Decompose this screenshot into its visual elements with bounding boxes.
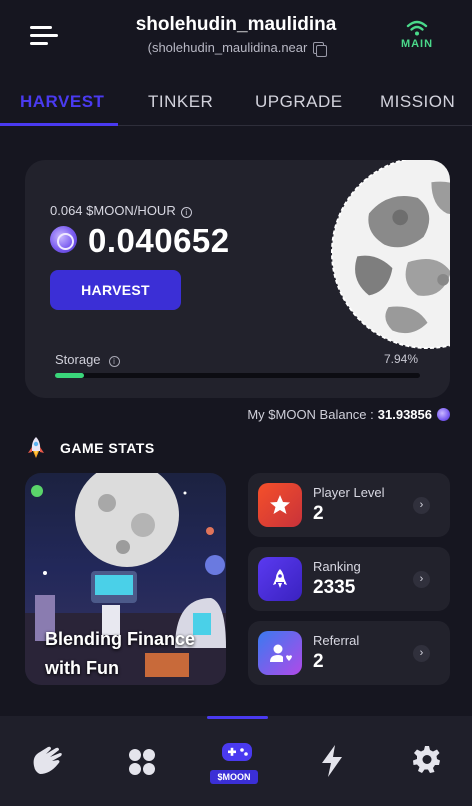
- storage-label-text: Storage: [55, 352, 101, 367]
- ranking-label: Ranking: [313, 559, 361, 574]
- promo-banner[interactable]: Blending Finance with Fun: [25, 473, 226, 685]
- gamepad-icon: [222, 743, 252, 761]
- info-icon[interactable]: i: [180, 207, 192, 218]
- harvest-rate-text: 0.064 $MOON/HOUR: [50, 203, 176, 218]
- referral-label: Referral: [313, 633, 360, 648]
- bottom-navigation: $MOON: [0, 716, 472, 806]
- ranking-value: 2335: [313, 577, 356, 598]
- harvest-rate: 0.064 $MOON/HOUR i: [50, 203, 192, 218]
- network-indicator[interactable]: MAIN: [400, 20, 434, 50]
- my-balance-label: My $MOON Balance :: [247, 407, 374, 422]
- nav-apps[interactable]: [122, 744, 162, 784]
- moon-token-icon: [50, 226, 77, 253]
- rocket-icon: [28, 437, 44, 458]
- storage-info-icon[interactable]: i: [108, 356, 120, 367]
- moon-token-icon: [437, 408, 450, 421]
- game-stats-title: GAME STATS: [60, 440, 155, 456]
- player-level-value: 2: [313, 503, 324, 524]
- tab-tinker[interactable]: TINKER: [148, 92, 213, 112]
- storage-percent: 7.94%: [383, 352, 418, 366]
- active-tab-underline: [0, 123, 118, 126]
- nav-moon[interactable]: $MOON: [210, 740, 258, 784]
- harvest-button[interactable]: HARVEST: [50, 270, 181, 310]
- app-header: sholehudin_maulidina (sholehudin_maulidi…: [0, 0, 472, 80]
- banner-text: Blending Finance with Fun: [45, 629, 196, 678]
- tab-mission[interactable]: MISSION: [380, 92, 455, 112]
- chevron-right-icon[interactable]: ›: [413, 571, 430, 588]
- storage-progress-bar: [55, 373, 420, 378]
- nav-settings[interactable]: [407, 744, 447, 784]
- nav-active-label: $MOON: [210, 770, 258, 784]
- active-nav-indicator: [207, 716, 268, 719]
- player-level-card[interactable]: Player Level 2 ›: [248, 473, 450, 537]
- hand-icon: [33, 746, 62, 774]
- storage-label: Storage i: [55, 352, 120, 367]
- referral-value: 2: [313, 651, 324, 672]
- chevron-right-icon[interactable]: ›: [413, 497, 430, 514]
- harvest-balance-value: 0.040652: [88, 222, 230, 259]
- copy-icon[interactable]: [313, 42, 328, 57]
- gear-icon: [413, 746, 440, 773]
- rocket-icon: [258, 557, 302, 601]
- my-balance-value: 31.93856: [377, 407, 432, 422]
- ranking-card[interactable]: Ranking 2335 ›: [248, 547, 450, 611]
- harvest-card: 0.064 $MOON/HOUR i 0.040652 HARVEST Stora…: [25, 160, 450, 398]
- wifi-icon: [406, 20, 428, 36]
- tab-harvest[interactable]: HARVEST: [20, 92, 104, 112]
- storage-progress-fill: [55, 373, 84, 378]
- nav-harvest[interactable]: [27, 744, 67, 784]
- apps-icon: [129, 749, 155, 775]
- tab-upgrade[interactable]: UPGRADE: [255, 92, 343, 112]
- network-label: MAIN: [400, 38, 434, 50]
- referral-card[interactable]: Referral 2 ›: [248, 621, 450, 685]
- main-tabs: HARVEST TINKER UPGRADE MISSION: [0, 88, 472, 126]
- moon-image: [331, 160, 450, 349]
- chevron-right-icon[interactable]: ›: [413, 645, 430, 662]
- nav-boost[interactable]: [312, 744, 352, 784]
- player-level-label: Player Level: [313, 485, 385, 500]
- star-icon: [258, 483, 302, 527]
- lightning-icon: [322, 745, 342, 777]
- my-moon-balance: My $MOON Balance :31.93856: [247, 407, 450, 422]
- user-heart-icon: [258, 631, 302, 675]
- account-id-text: (sholehudin_maulidina.near: [147, 40, 308, 55]
